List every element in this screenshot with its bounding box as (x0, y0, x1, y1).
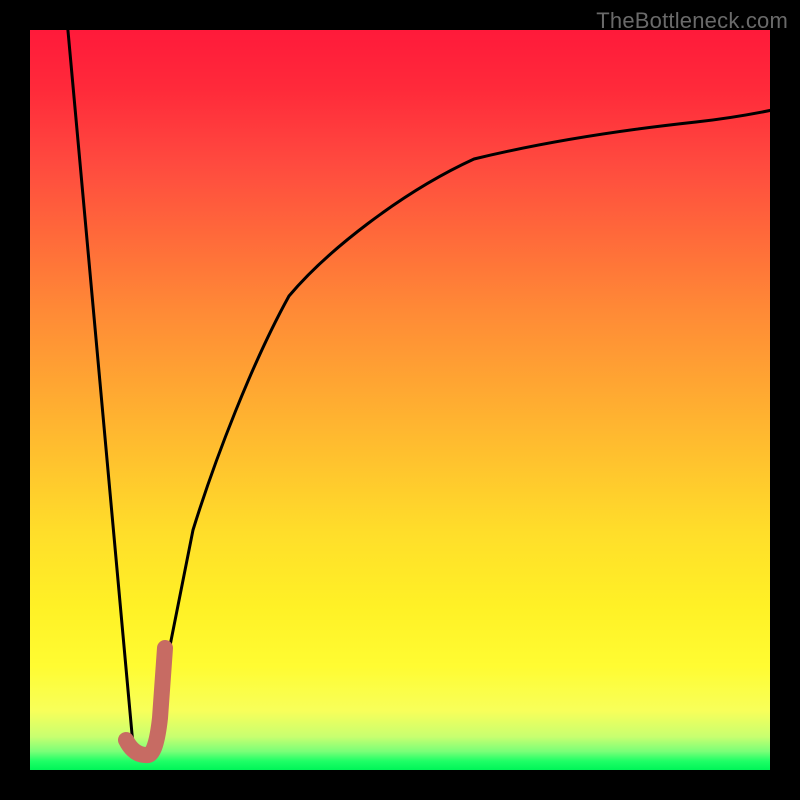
chart-curves (30, 30, 770, 770)
marker-j (126, 648, 165, 755)
watermark-text: TheBottleneck.com (596, 8, 788, 34)
left-descent-curve (67, 20, 134, 756)
chart-frame: TheBottleneck.com (0, 0, 800, 800)
right-ascent-curve (148, 104, 800, 756)
